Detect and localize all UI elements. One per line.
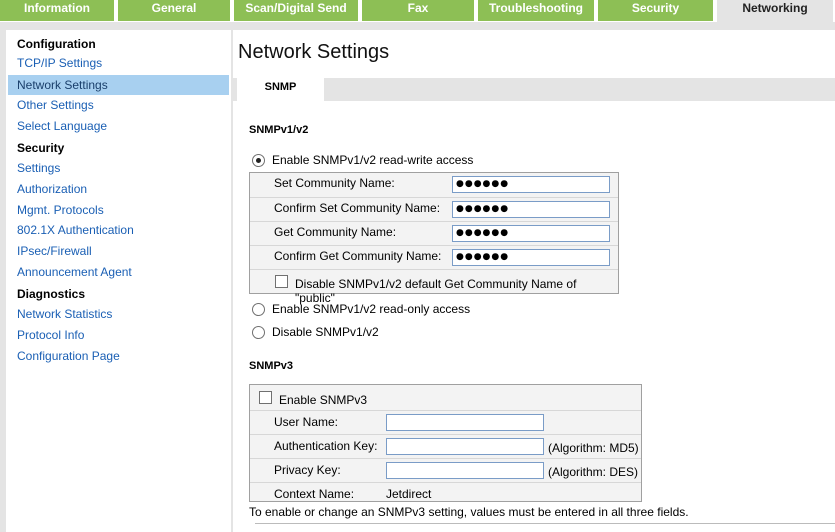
get-community-label: Get Community Name:: [274, 225, 397, 239]
disable-v1v2-radio[interactable]: [252, 325, 265, 339]
set-community-row: Set Community Name: ●●●●●●: [250, 173, 618, 197]
snmpv3-box: Enable SNMPv3 User Name: Authentication …: [249, 384, 642, 502]
community-names-box: Set Community Name: ●●●●●● Confirm Set C…: [249, 172, 619, 305]
disable-public-row: Disable SNMPv1/v2 default Get Community …: [250, 269, 618, 305]
user-name-input[interactable]: [386, 414, 544, 431]
sidebar-item-network-statistics[interactable]: Network Statistics: [8, 304, 229, 324]
sidebar-item-select-language[interactable]: Select Language: [8, 116, 229, 136]
tab-information[interactable]: Information: [0, 0, 116, 21]
page-title: Network Settings: [238, 41, 390, 63]
auth-key-label: Authentication Key:: [274, 439, 378, 453]
confirm-set-community-label: Confirm Set Community Name:: [274, 201, 441, 215]
sidebar-item-settings[interactable]: Settings: [8, 158, 229, 178]
set-community-input[interactable]: ●●●●●●: [452, 176, 610, 193]
privacy-key-label: Privacy Key:: [274, 463, 341, 477]
confirm-set-community-input[interactable]: ●●●●●●: [452, 201, 610, 218]
tab-networking[interactable]: Networking: [717, 0, 835, 22]
user-name-row: User Name:: [250, 410, 641, 434]
divider: [255, 523, 835, 524]
context-name-value: Jetdirect: [386, 487, 432, 501]
read-only-radio[interactable]: [252, 302, 265, 316]
sidebar-item-protocol-info[interactable]: Protocol Info: [8, 325, 229, 345]
disable-public-checkbox[interactable]: [275, 275, 288, 288]
read-write-radio[interactable]: [252, 153, 265, 167]
read-only-label: Enable SNMPv1/v2 read-only access: [272, 302, 471, 316]
main-panel: Network Settings SNMP SNMPv1/v2 Enable S…: [233, 30, 835, 532]
enable-snmpv3-checkbox[interactable]: [259, 391, 272, 404]
tab-fax[interactable]: Fax: [362, 0, 476, 21]
auth-algorithm-label: (Algorithm: MD5): [548, 441, 639, 455]
auth-key-row: Authentication Key: (Algorithm: MD5): [250, 434, 641, 458]
sidebar-item-8021x-authentication[interactable]: 802.1X Authentication: [8, 220, 229, 240]
privacy-key-input[interactable]: [386, 462, 544, 479]
sidebar-heading-security: Security: [17, 141, 65, 155]
radio-row-read-write[interactable]: Enable SNMPv1/v2 read-write access: [252, 152, 473, 168]
tab-troubleshooting[interactable]: Troubleshooting: [478, 0, 596, 21]
sidebar-heading-configuration: Configuration: [17, 37, 96, 51]
tab-general[interactable]: General: [118, 0, 232, 21]
sidebar-item-tcpip-settings[interactable]: TCP/IP Settings: [8, 53, 229, 73]
disable-v1v2-label: Disable SNMPv1/v2: [272, 325, 379, 339]
sidebar-item-network-settings[interactable]: Network Settings: [8, 75, 229, 95]
enable-snmpv3-label: Enable SNMPv3: [279, 393, 368, 407]
get-community-row: Get Community Name: ●●●●●●: [250, 221, 618, 245]
sidebar-item-announcement-agent[interactable]: Announcement Agent: [8, 262, 229, 282]
context-name-row: Context Name: Jetdirect: [250, 482, 641, 502]
context-name-label: Context Name:: [274, 487, 355, 501]
set-community-label: Set Community Name:: [274, 176, 395, 190]
radio-row-read-only[interactable]: Enable SNMPv1/v2 read-only access: [252, 301, 470, 317]
privacy-key-row: Privacy Key: (Algorithm: DES): [250, 458, 641, 482]
auth-key-input[interactable]: [386, 438, 544, 455]
sidebar-item-other-settings[interactable]: Other Settings: [8, 95, 229, 115]
confirm-set-community-row: Confirm Set Community Name: ●●●●●●: [250, 197, 618, 221]
sidebar-item-configuration-page[interactable]: Configuration Page: [8, 346, 229, 366]
confirm-get-community-input[interactable]: ●●●●●●: [452, 249, 610, 266]
tab-scan-digital-send[interactable]: Scan/Digital Send: [234, 0, 360, 21]
sidebar: Configuration TCP/IP Settings Network Se…: [6, 30, 231, 532]
snmpv1v2-heading: SNMPv1/v2: [249, 124, 309, 136]
enable-v3-row: Enable SNMPv3: [250, 385, 641, 409]
subtab-snmp[interactable]: SNMP: [237, 78, 324, 101]
sidebar-item-ipsec-firewall[interactable]: IPsec/Firewall: [8, 241, 229, 261]
sidebar-item-authorization[interactable]: Authorization: [8, 179, 229, 199]
tab-security[interactable]: Security: [598, 0, 715, 21]
snmpv3-heading: SNMPv3: [249, 360, 294, 372]
get-community-input[interactable]: ●●●●●●: [452, 225, 610, 242]
top-tab-bar: Information General Scan/Digital Send Fa…: [0, 0, 835, 22]
confirm-get-community-row: Confirm Get Community Name: ●●●●●●: [250, 245, 618, 269]
user-name-label: User Name:: [274, 415, 339, 429]
privacy-algorithm-label: (Algorithm: DES): [548, 465, 639, 479]
read-write-label: Enable SNMPv1/v2 read-write access: [272, 153, 474, 167]
confirm-get-community-label: Confirm Get Community Name:: [274, 249, 442, 263]
snmpv3-note: To enable or change an SNMPv3 setting, v…: [249, 505, 689, 519]
sidebar-heading-diagnostics: Diagnostics: [17, 287, 86, 301]
radio-row-disable[interactable]: Disable SNMPv1/v2: [252, 324, 379, 340]
sidebar-item-mgmt-protocols[interactable]: Mgmt. Protocols: [8, 200, 229, 220]
